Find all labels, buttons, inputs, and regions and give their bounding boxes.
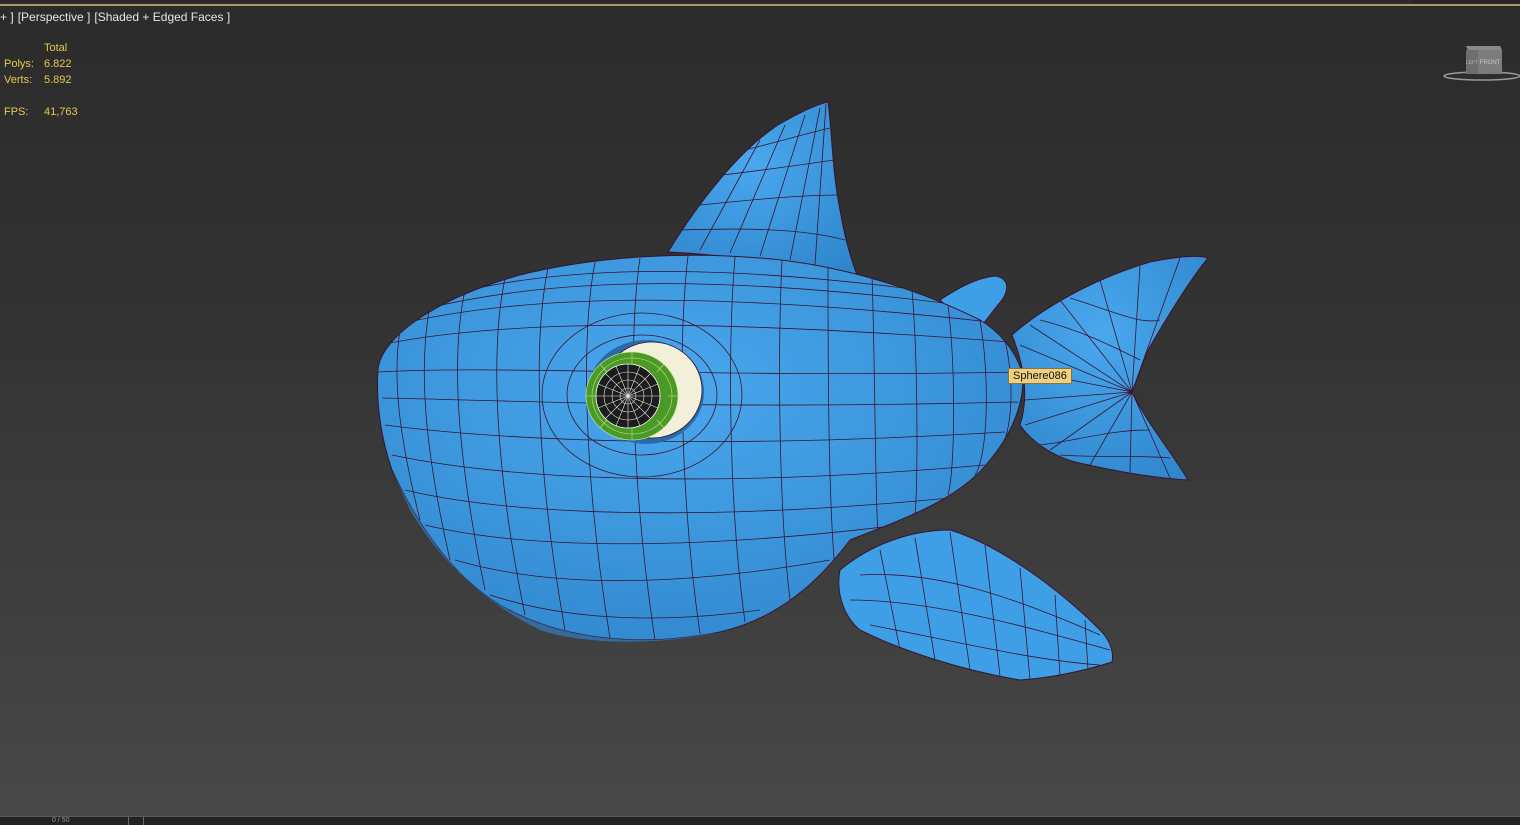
shark-model[interactable] xyxy=(0,0,1520,816)
object-name-tooltip: Sphere086 xyxy=(1008,368,1072,384)
pectoral-fin xyxy=(838,529,1113,681)
time-slider-frame-text: 0 / 50 xyxy=(52,817,70,824)
viewport-perspective[interactable]: + ] [Perspective ] [Shaded + Edged Faces… xyxy=(0,0,1520,816)
dorsal-fin xyxy=(667,101,859,279)
